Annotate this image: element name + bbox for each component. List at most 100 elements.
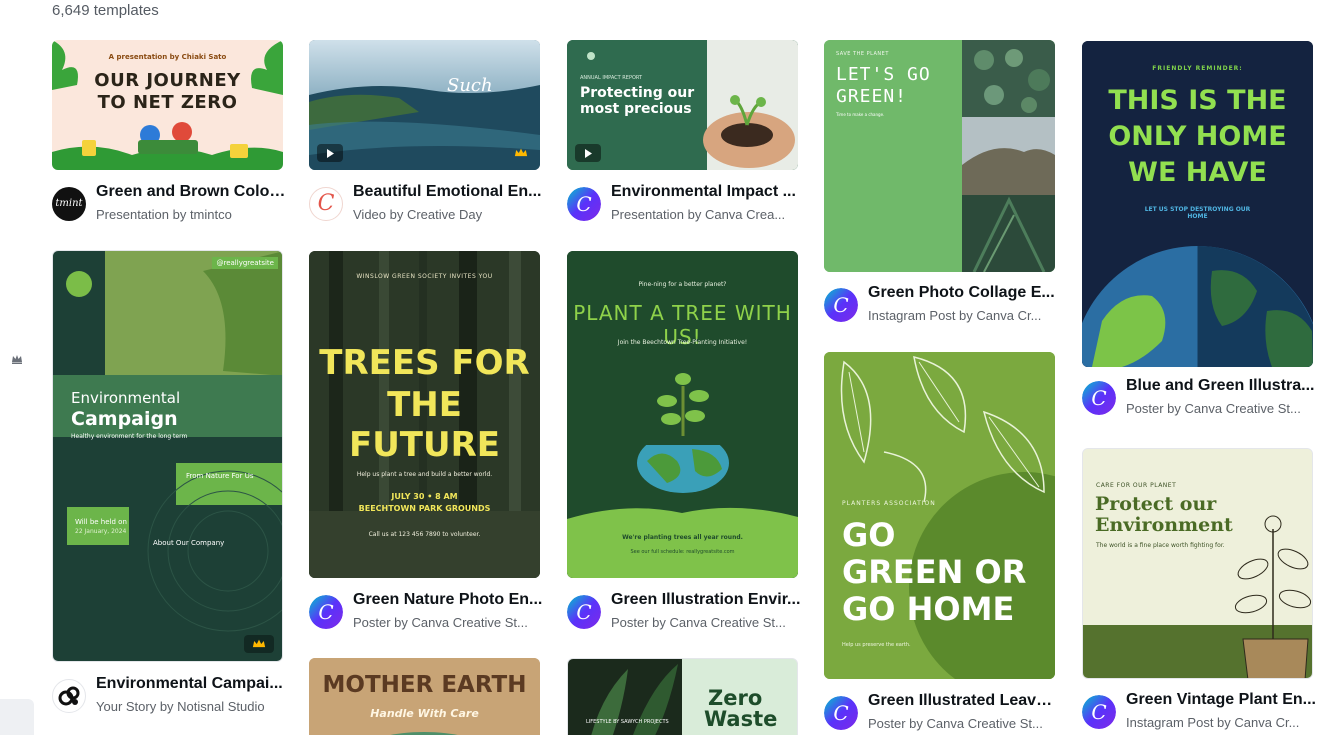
template-card[interactable]: WINSLOW GREEN SOCIETY INVITES YOU TREES … — [309, 251, 542, 636]
template-subtitle[interactable]: Presentation by Canva Crea... — [611, 207, 801, 222]
template-title[interactable]: Green Nature Photo En... — [353, 591, 543, 609]
preview-headline: Protecting our — [580, 85, 695, 101]
avatar-label: tmint — [55, 198, 83, 209]
preview-handle: @reallygreatsite — [212, 257, 278, 269]
canva-logo-icon[interactable]: C — [824, 288, 858, 322]
template-card[interactable]: ANNUAL IMPACT REPORT Protecting our most… — [567, 40, 798, 230]
template-meta: C Green Illustration Envir... Poster by … — [567, 591, 807, 631]
preview-headline: GREEN! — [836, 86, 908, 107]
template-subtitle[interactable]: Poster by Canva Creative St... — [1126, 401, 1316, 416]
svg-text:C: C — [833, 701, 848, 725]
template-thumbnail[interactable]: SAVE THE PLANET LET'S GO GREEN! Time to … — [824, 40, 1055, 272]
preview-headline: Campaign — [71, 408, 178, 430]
canva-logo-icon[interactable]: C — [824, 696, 858, 730]
preview-held-on: Will be held on — [75, 518, 127, 526]
notisnal-logo-icon[interactable] — [52, 679, 86, 713]
svg-text:C: C — [1091, 386, 1106, 410]
preview-date: 22 January, 2024 — [75, 528, 127, 535]
creative-day-logo-icon[interactable]: C — [309, 187, 343, 221]
preview-when: JULY 30 • 8 AM — [391, 492, 458, 501]
preview-subheadline: Handle With Care — [370, 707, 479, 720]
preview-body: LET US STOP DESTROYING OUR HOME — [1144, 206, 1251, 220]
template-thumbnail[interactable]: CARE FOR OUR PLANET Protect our Environm… — [1082, 448, 1313, 679]
template-thumbnail[interactable]: Pine-ning for a better planet? PLANT A T… — [567, 251, 798, 578]
template-card[interactable]: LIFESTYLE BY SAWYCH PROJECTS Zero Waste — [567, 658, 798, 735]
template-title[interactable]: Environmental Impact ... — [611, 183, 801, 201]
preview-kicker: CARE FOR OUR PLANET — [1096, 482, 1177, 489]
template-title[interactable]: Green Photo Collage E... — [868, 284, 1058, 302]
template-title[interactable]: Environmental Campai... — [96, 675, 286, 693]
tmint-logo-icon[interactable]: tmint — [52, 187, 86, 221]
canva-logo-icon[interactable]: C — [567, 187, 601, 221]
premium-crown-icon — [11, 352, 23, 364]
template-thumbnail[interactable]: LIFESTYLE BY SAWYCH PROJECTS Zero Waste — [567, 658, 798, 735]
template-thumbnail[interactable]: Such — [309, 40, 540, 170]
template-title[interactable]: Green Illustration Envir... — [611, 591, 801, 609]
preview-body: Help us plant a tree and build a better … — [356, 471, 493, 478]
template-title[interactable]: Beautiful Emotional En... — [353, 183, 543, 201]
preview-body: Time to make a change. — [836, 112, 885, 117]
canva-logo-icon[interactable]: C — [1082, 381, 1116, 415]
template-thumbnail[interactable]: WINSLOW GREEN SOCIETY INVITES YOU TREES … — [309, 251, 540, 578]
template-title[interactable]: Blue and Green Illustra... — [1126, 377, 1316, 395]
preview-headline: TO NET ZERO — [97, 92, 238, 113]
template-card[interactable]: Pine-ning for a better planet? PLANT A T… — [567, 251, 800, 636]
template-subtitle[interactable]: Instagram Post by Canva Cr... — [1126, 715, 1316, 730]
template-meta: C Beautiful Emotional En... Video by Cre… — [309, 183, 549, 223]
svg-text:C: C — [1091, 700, 1106, 724]
svg-text:C: C — [833, 293, 848, 317]
template-card[interactable]: CARE FOR OUR PLANET Protect our Environm… — [1082, 448, 1316, 735]
template-thumbnail[interactable]: @reallygreatsite Environmental Campaign … — [52, 250, 283, 662]
side-panel-tab[interactable] — [0, 699, 34, 735]
template-meta: C Blue and Green Illustra... Poster by C… — [1082, 377, 1322, 417]
preview-headline: Environment — [1095, 514, 1233, 536]
preview-kicker: A presentation by Chiaki Sato — [108, 53, 227, 61]
template-card[interactable]: A presentation by Chiaki Sato OUR JOURNE… — [52, 40, 286, 230]
preview-headline: most precious — [580, 101, 692, 117]
template-subtitle[interactable]: Your Story by Notisnal Studio — [96, 699, 286, 714]
preview-footer: We're planting trees all year round. — [622, 534, 743, 541]
template-thumbnail[interactable]: PLANTERS ASSOCIATION GO GREEN OR GO HOME… — [824, 352, 1055, 679]
preview-headline: LET'S GO — [836, 64, 931, 85]
preview-kicker: PLANTERS ASSOCIATION — [842, 500, 936, 507]
template-subtitle[interactable]: Video by Creative Day — [353, 207, 543, 222]
template-thumbnail[interactable]: A presentation by Chiaki Sato OUR JOURNE… — [52, 40, 283, 170]
template-title[interactable]: Green Illustrated Leave... — [868, 692, 1058, 710]
template-card[interactable]: MOTHER EARTH Handle With Care — [309, 658, 540, 735]
play-icon[interactable] — [575, 144, 601, 162]
preview-box-title: From Nature For Us — [186, 472, 254, 480]
template-count: 6,649 templates — [52, 2, 159, 19]
template-card[interactable]: SAVE THE PLANET LET'S GO GREEN! Time to … — [824, 40, 1055, 330]
template-subtitle[interactable]: Poster by Canva Creative St... — [868, 716, 1058, 731]
template-meta: C Green Nature Photo En... Poster by Can… — [309, 591, 549, 631]
template-subtitle[interactable]: Presentation by tmintco — [96, 207, 286, 222]
template-meta: tmint Green and Brown Color... Presentat… — [52, 183, 292, 223]
template-meta: Environmental Campai... Your Story by No… — [52, 675, 292, 715]
preview-kicker: Pine-ning for a better planet? — [638, 281, 727, 288]
canva-logo-icon[interactable]: C — [1082, 695, 1116, 729]
template-subtitle[interactable]: Instagram Post by Canva Cr... — [868, 308, 1058, 323]
template-meta: C Green Vintage Plant En... Instagram Po… — [1082, 691, 1322, 731]
template-card[interactable]: PLANTERS ASSOCIATION GO GREEN OR GO HOME… — [824, 352, 1058, 735]
svg-text:C: C — [576, 192, 591, 216]
template-card[interactable]: @reallygreatsite Environmental Campaign … — [52, 250, 283, 720]
template-thumbnail[interactable]: ANNUAL IMPACT REPORT Protecting our most… — [567, 40, 798, 170]
template-thumbnail[interactable]: MOTHER EARTH Handle With Care — [309, 658, 540, 735]
template-meta: C Green Illustrated Leave... Poster by C… — [824, 692, 1064, 732]
template-card[interactable]: Such C Beautiful Emotional En... Video b… — [309, 40, 541, 230]
play-icon[interactable] — [317, 144, 343, 162]
preview-headline: WE HAVE — [1128, 157, 1267, 188]
preview-headline: Waste — [704, 707, 778, 731]
preview-body: Join the Beechtown Tree-Planting Initiat… — [617, 339, 748, 346]
template-card[interactable]: FRIENDLY REMINDER: THIS IS THE ONLY HOME… — [1082, 41, 1315, 426]
canva-logo-icon[interactable]: C — [567, 595, 601, 629]
svg-text:C: C — [576, 600, 591, 624]
template-thumbnail[interactable]: FRIENDLY REMINDER: THIS IS THE ONLY HOME… — [1082, 41, 1313, 367]
preview-kicker: ANNUAL IMPACT REPORT — [580, 75, 643, 81]
template-subtitle[interactable]: Poster by Canva Creative St... — [611, 615, 801, 630]
preview-headline: GO HOME — [842, 590, 1015, 628]
canva-logo-icon[interactable]: C — [309, 595, 343, 629]
template-title[interactable]: Green and Brown Color... — [96, 183, 286, 201]
template-subtitle[interactable]: Poster by Canva Creative St... — [353, 615, 543, 630]
template-title[interactable]: Green Vintage Plant En... — [1126, 691, 1316, 709]
